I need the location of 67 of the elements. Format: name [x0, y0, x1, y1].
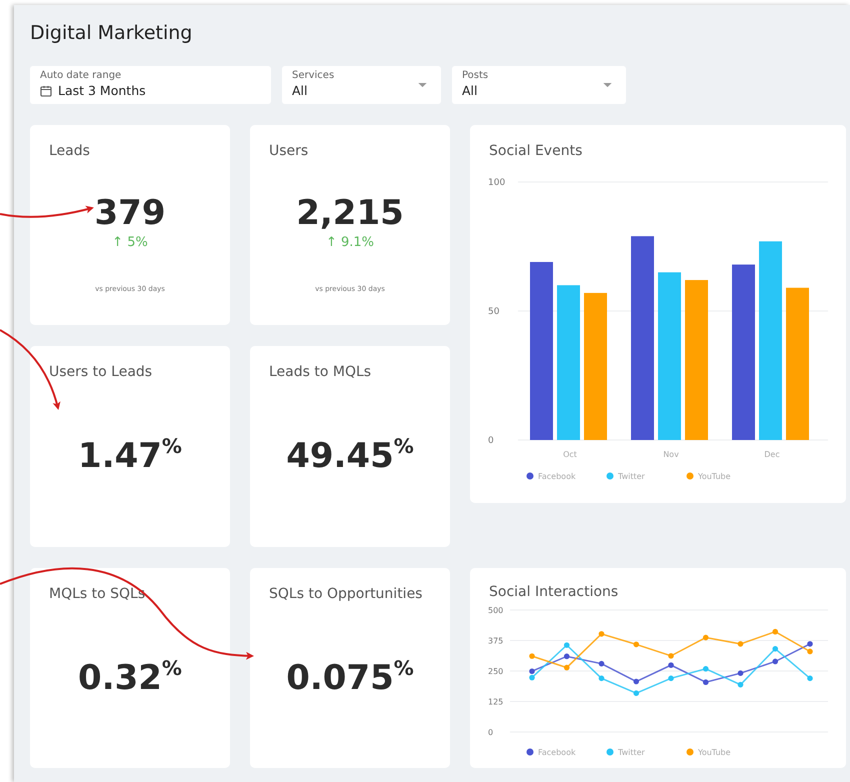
point: [668, 653, 674, 659]
point: [633, 642, 640, 648]
axis-label: 250: [488, 667, 504, 676]
change-indicator: ↑ 5%: [111, 235, 149, 250]
legend-label: YouTube: [698, 472, 731, 481]
kpi-value: 1.47$^{%}$: [78, 436, 182, 476]
caret-icon: [603, 83, 612, 88]
axis-label: 0: [488, 436, 494, 446]
point: [772, 658, 778, 664]
point: [564, 654, 570, 660]
card-title: Users to Leads: [48, 363, 154, 380]
point: [738, 670, 744, 676]
card-title: MQLs to SQLs: [48, 585, 146, 602]
point: [564, 642, 570, 648]
filter-dropdown[interactable]: Posts All: [452, 66, 626, 104]
axis-label: 375: [488, 636, 504, 646]
point: [807, 676, 813, 682]
axis-label: 500: [488, 606, 504, 615]
kpi-value: 49.45$^{%}$: [286, 436, 414, 476]
axis-label: Nov: [663, 450, 679, 459]
point: [529, 653, 535, 659]
change-indicator: ↑ 9.1%: [324, 235, 376, 250]
legend-label: Twitter: [618, 748, 645, 757]
kpi-value: 0.075$^{%}$: [286, 658, 414, 698]
point: [738, 682, 744, 688]
axis-label: 50: [488, 307, 500, 317]
point: [633, 690, 640, 696]
point: [807, 648, 813, 654]
point: [668, 676, 674, 682]
axis-label: 0: [488, 728, 494, 737]
point: [529, 668, 535, 674]
card-title: Leads to MQLs: [268, 363, 372, 380]
dashboard-title: Digital Marketing: [30, 21, 194, 46]
chart-title: Social Events: [488, 142, 584, 159]
calendar-icon: [40, 84, 52, 96]
axis-label: 125: [488, 698, 504, 706]
legend-label: Twitter: [618, 472, 645, 481]
point: [668, 662, 674, 668]
chart-title: Social Interactions: [488, 583, 620, 600]
point: [738, 641, 744, 647]
card-title: SQLs to Opportunities: [268, 585, 424, 602]
card-title: Users: [268, 142, 310, 159]
point: [702, 679, 709, 686]
point: [807, 641, 813, 647]
kpi-value: 0.32$^{%}$: [78, 658, 182, 698]
legend-label: Facebook: [538, 472, 576, 481]
card-title: Leads: [48, 142, 91, 159]
axis-label: Oct: [563, 450, 577, 459]
point: [633, 678, 640, 684]
kpi-value: 379: [94, 193, 166, 233]
point: [529, 674, 535, 680]
caret-icon: [418, 83, 427, 88]
kpi-value: 2,215: [296, 193, 404, 233]
point: [598, 676, 604, 682]
point: [564, 664, 570, 670]
point: [598, 660, 604, 666]
point: [598, 631, 604, 637]
point: [772, 628, 778, 635]
filter-dropdown[interactable]: Auto date range Last 3 Months: [30, 66, 271, 104]
axis-label: Dec: [764, 450, 780, 459]
point: [702, 666, 709, 672]
point: [702, 634, 709, 640]
filter-dropdown[interactable]: Services All: [282, 66, 441, 104]
legend-label: Facebook: [538, 748, 576, 757]
point: [772, 646, 778, 652]
axis-label: 100: [488, 178, 506, 188]
legend-label: YouTube: [698, 748, 731, 757]
